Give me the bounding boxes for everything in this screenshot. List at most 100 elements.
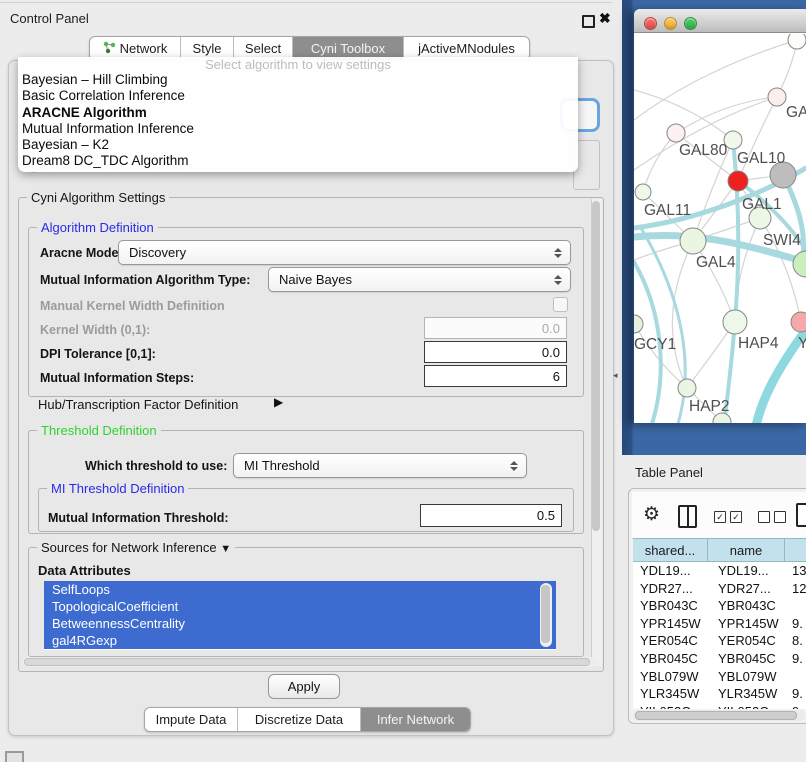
algorithm-option-dream8-dc-tdc-algorithm[interactable]: Dream8 DC_TDC Algorithm [18, 153, 578, 169]
table-cell[interactable] [785, 597, 806, 615]
table-cell[interactable]: YBR043C [633, 597, 708, 615]
table-hscrollbar-thumb[interactable] [635, 711, 797, 720]
table-cell[interactable]: 9. [785, 615, 806, 633]
manual-kernel-checkbox[interactable] [553, 297, 568, 312]
network-node[interactable] [680, 228, 706, 254]
table-cell[interactable]: YPR145W [633, 615, 708, 633]
network-node[interactable] [788, 34, 806, 49]
network-edge[interactable] [641, 228, 685, 423]
network-node[interactable] [728, 171, 748, 191]
deselect-all-checkbox-icon[interactable] [774, 511, 786, 523]
table-cell[interactable]: YBL079W [708, 668, 785, 686]
table-cell[interactable]: YDR27... [708, 580, 785, 598]
table-cell[interactable]: YER054C [633, 632, 708, 650]
table-cell[interactable]: 13 [785, 562, 806, 580]
algorithm-option-basic-correlation-inference[interactable]: Basic Correlation Inference [18, 88, 578, 104]
close-window-button[interactable] [644, 17, 657, 30]
tab-discretize-data[interactable]: Discretize Data [238, 708, 361, 731]
network-edge[interactable] [672, 241, 693, 388]
table-cell[interactable] [785, 668, 806, 686]
table-cell[interactable]: YIL052C [633, 703, 708, 709]
column-header-shared[interactable]: shared... [633, 538, 708, 562]
table-row[interactable]: YER054CYER054C8. [633, 632, 806, 650]
table-cell[interactable]: 8. [785, 632, 806, 650]
settings-scrollbar-thumb[interactable] [592, 201, 600, 531]
dpi-tolerance-input[interactable] [424, 341, 567, 363]
table-cell[interactable]: 12 [785, 580, 806, 598]
network-node[interactable] [678, 379, 696, 397]
network-node[interactable] [793, 251, 806, 277]
network-canvas[interactable]: GALGAL80GAL10GAL11GAL1SWI4GAL4GCY1HAP4YH… [634, 34, 806, 423]
attribute-gal4rgexp[interactable]: gal4RGexp [44, 632, 556, 649]
table-cell[interactable]: 9. [785, 703, 806, 709]
network-node[interactable] [768, 88, 786, 106]
apply-button[interactable]: Apply [268, 674, 340, 699]
table-cell[interactable]: YDR27... [633, 580, 708, 598]
network-node[interactable] [634, 315, 643, 333]
mi-algorithm-type-combo[interactable]: Naive Bayes [268, 267, 571, 292]
minimize-window-button[interactable] [664, 17, 677, 30]
mi-threshold-input[interactable] [420, 504, 562, 527]
attributes-scrollbar-thumb[interactable] [541, 585, 550, 643]
table-cell[interactable]: YBL079W [633, 668, 708, 686]
aracne-mode-combo[interactable]: Discovery [118, 240, 571, 265]
network-node[interactable] [667, 124, 685, 142]
kernel-width-input[interactable] [424, 317, 567, 339]
table-row[interactable]: YBR045CYBR045C9. [633, 650, 806, 668]
deselect-all-checkbox-icon[interactable] [758, 511, 770, 523]
mi-steps-input[interactable] [424, 365, 567, 387]
document-icon[interactable] [796, 503, 806, 527]
table-cell[interactable]: YDL19... [708, 562, 785, 580]
table-cell[interactable]: YLR345W [633, 685, 708, 703]
algorithm-option-bayesian-k2[interactable]: Bayesian – K2 [18, 137, 578, 153]
table-row[interactable]: YPR145WYPR145W9. [633, 615, 806, 633]
tab-infer-network[interactable]: Infer Network [361, 708, 470, 731]
column-header-extra[interactable] [785, 538, 806, 562]
table-cell[interactable]: YER054C [708, 632, 785, 650]
dock-panel-icon[interactable] [5, 751, 24, 762]
table-row[interactable]: YBR043CYBR043C [633, 597, 806, 615]
table-cell[interactable]: YDL19... [633, 562, 708, 580]
gear-icon[interactable]: ⚙ [643, 503, 660, 526]
horizontal-scrollbar-thumb[interactable] [24, 658, 590, 666]
table-cell[interactable]: YLR345W [708, 685, 785, 703]
which-threshold-combo[interactable]: MI Threshold [233, 453, 527, 478]
algorithm-option-bayesian-hill-climbing[interactable]: Bayesian – Hill Climbing [18, 72, 578, 88]
table-cell[interactable]: 9. [785, 685, 806, 703]
columns-icon[interactable] [678, 505, 697, 528]
algorithm-option-aracne-algorithm[interactable]: ARACNE Algorithm [18, 105, 578, 121]
attribute-selfloops[interactable]: SelfLoops [44, 581, 556, 598]
network-edge[interactable] [634, 40, 797, 120]
column-header-name[interactable]: name [708, 538, 785, 562]
sources-legend[interactable]: Sources for Network Inference ▼ [37, 540, 235, 555]
select-all-checkbox-icon[interactable]: ✓ [714, 511, 726, 523]
float-window-icon[interactable] [582, 15, 595, 28]
hub-definition-expander[interactable]: Hub/Transcription Factor Definition [38, 397, 238, 412]
table-cell[interactable]: YBR043C [708, 597, 785, 615]
network-node[interactable] [791, 312, 806, 332]
select-all-checkbox-icon[interactable]: ✓ [730, 511, 742, 523]
attribute-betweennesscentrality[interactable]: BetweennessCentrality [44, 615, 556, 632]
table-row[interactable]: YLR345WYLR345W9. [633, 685, 806, 703]
tab-impute-data[interactable]: Impute Data [145, 708, 238, 731]
table-cell[interactable]: 9. [785, 650, 806, 668]
table-cell[interactable]: YIL052C [708, 703, 785, 709]
table-row[interactable]: YBL079WYBL079W [633, 668, 806, 686]
table-panel-title: Table Panel [635, 465, 703, 480]
table-cell[interactable]: YBR045C [633, 650, 708, 668]
algorithm-option-mutual-information-inference[interactable]: Mutual Information Inference [18, 121, 578, 137]
zoom-window-button[interactable] [684, 17, 697, 30]
expand-right-icon[interactable]: ▶ [274, 395, 283, 409]
network-window-titlebar[interactable] [634, 9, 806, 33]
table-row[interactable]: YIL052CYIL052C9. [633, 703, 806, 709]
table-row[interactable]: YDR27...YDR27...12 [633, 580, 806, 598]
network-edge[interactable] [643, 133, 676, 192]
table-cell[interactable]: YPR145W [708, 615, 785, 633]
network-node[interactable] [723, 310, 747, 334]
table-row[interactable]: YDL19...YDL19...13 [633, 562, 806, 580]
splitter-collapse-icon[interactable]: ◂ [613, 370, 618, 381]
attribute-topologicalcoefficient[interactable]: TopologicalCoefficient [44, 598, 556, 615]
network-node[interactable] [635, 184, 651, 200]
close-icon[interactable]: ✖ [599, 10, 611, 27]
table-cell[interactable]: YBR045C [708, 650, 785, 668]
